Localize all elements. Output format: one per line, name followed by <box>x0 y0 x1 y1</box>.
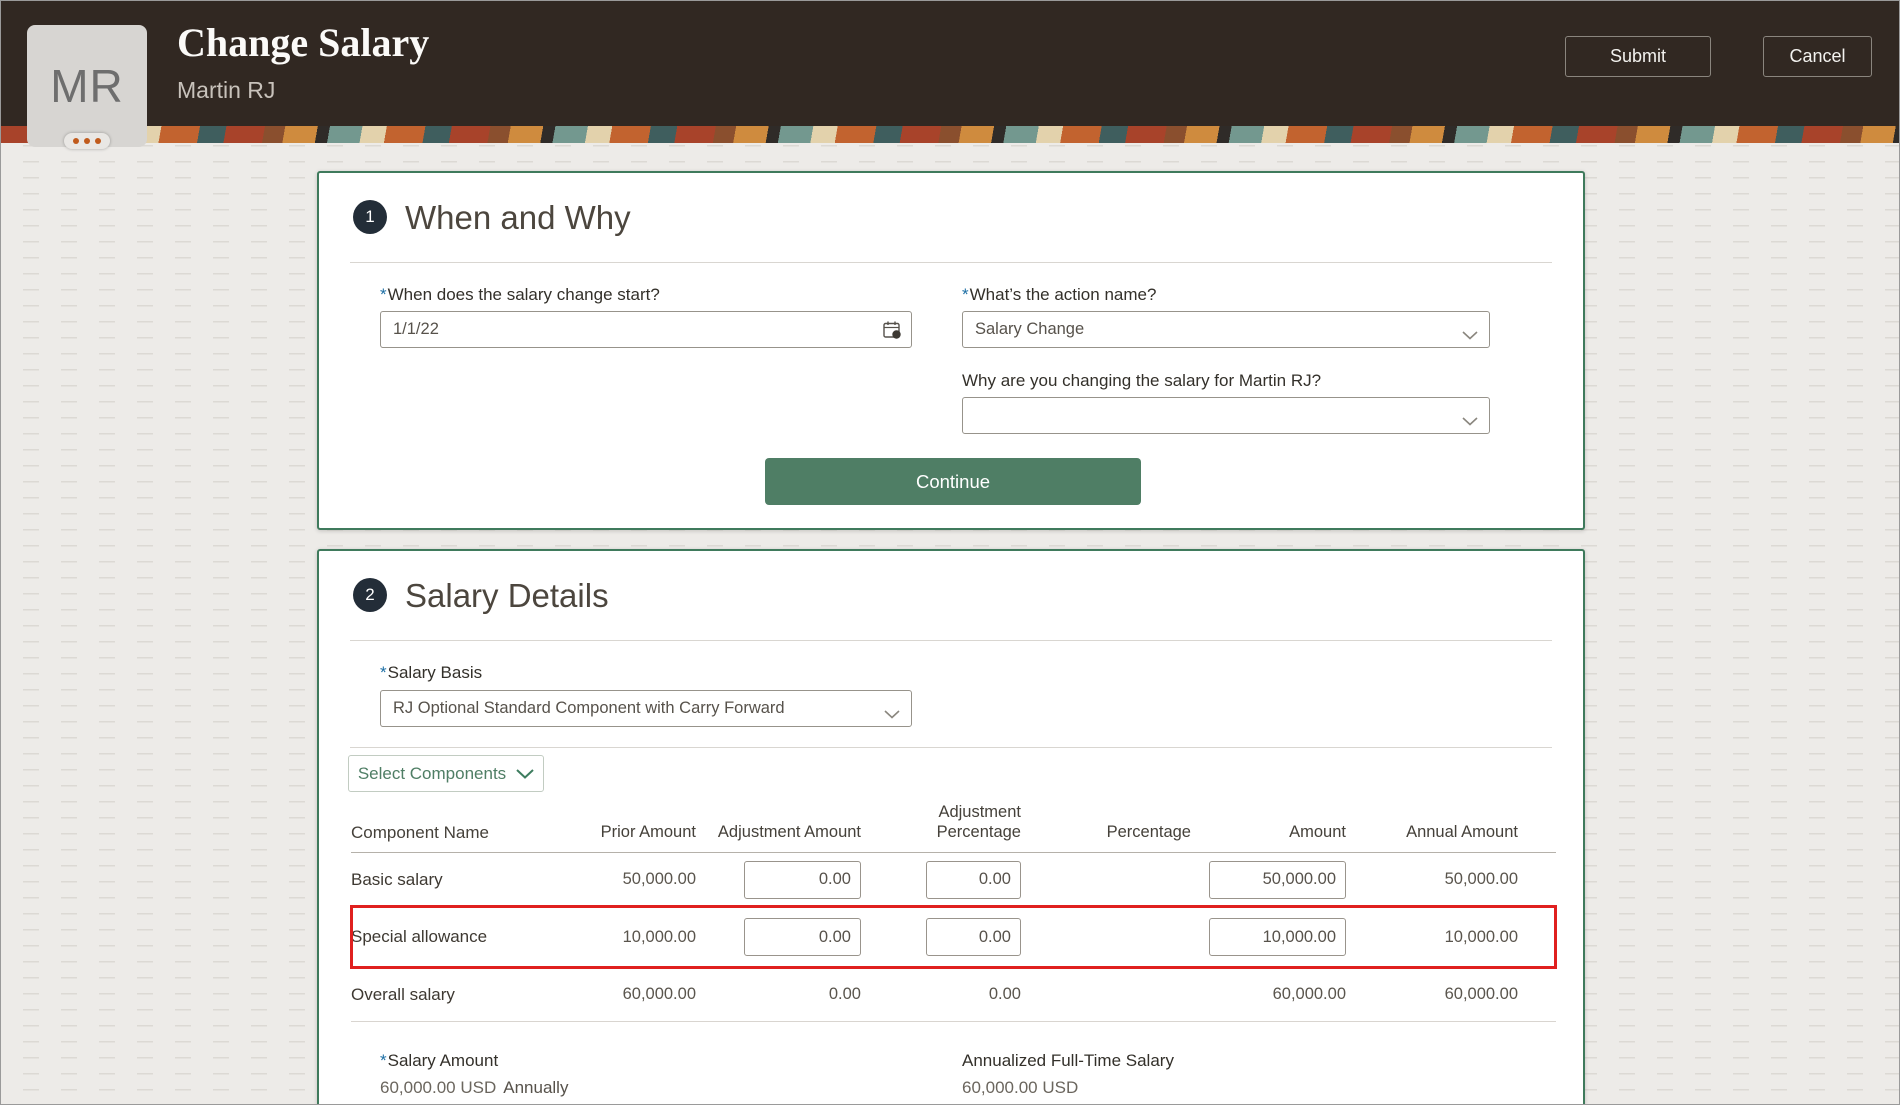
annualized-salary-value: 60,000.00 USD <box>962 1078 1079 1097</box>
annualized-salary-label: Annualized Full-Time Salary <box>962 1051 1174 1070</box>
adjustment-amount-input-special-allowance[interactable] <box>744 918 861 956</box>
chevron-down-icon <box>516 768 534 779</box>
step-1-badge: 1 <box>353 200 387 234</box>
start-date-input[interactable] <box>381 312 911 347</box>
when-and-why-title: When and Why <box>405 199 631 236</box>
page-title: Change Salary <box>177 20 430 65</box>
adjustment-percentage-input-basic-salary[interactable] <box>926 860 1021 899</box>
component-name: Overall salary <box>351 984 455 1004</box>
action-name-value: Salary Change <box>975 320 1085 338</box>
reason-label: Why are you changing the salary for Mart… <box>962 371 1322 390</box>
annual-amount: 60,000.00 <box>1444 985 1518 1003</box>
table-header-row: Component Name Prior Amount Adjustment A… <box>351 803 1556 853</box>
table-row-overall-salary: Overall salary 60,000.00 0.00 0.00 60,00… <box>351 968 1556 1022</box>
col-header-component-name: Component Name <box>351 822 489 842</box>
calendar-icon[interactable] <box>881 319 903 346</box>
divider <box>350 262 1552 263</box>
action-name-select[interactable]: Salary Change <box>962 311 1490 348</box>
prior-amount: 10,000.00 <box>622 927 696 946</box>
salary-details-title: Salary Details <box>405 577 609 614</box>
salary-amount-value: 60,000.00 USD Annually <box>380 1078 569 1097</box>
components-table: Component Name Prior Amount Adjustment A… <box>350 803 1557 1022</box>
col-header-amount: Amount <box>1289 823 1346 842</box>
avatar: MR <box>27 25 147 149</box>
col-header-adjustment-percentage: Adjustment Percentage <box>936 803 1021 842</box>
chevron-down-icon <box>1462 326 1478 345</box>
avatar-initials: MR <box>50 60 124 112</box>
change-salary-page: MR Change Salary Martin RJ Submit Cancel… <box>0 0 1900 1105</box>
step-2-badge: 2 <box>353 578 387 612</box>
table-row-special-allowance-highlighted: Special allowance 10,000.00 10,000.00 <box>350 905 1557 969</box>
header-titles: Change Salary Martin RJ <box>177 19 429 104</box>
col-header-percentage: Percentage <box>1106 823 1191 842</box>
adjustment-amount: 0.00 <box>828 985 861 1003</box>
salary-details-section: 2 Salary Details *Salary Basis RJ Option… <box>317 549 1585 1104</box>
adjustment-percentage: 0.00 <box>988 985 1021 1003</box>
col-header-adjustment-amount: Adjustment Amount <box>717 823 861 842</box>
col-header-prior-amount: Prior Amount <box>600 823 696 842</box>
required-asterisk: * <box>962 285 969 304</box>
start-date-field <box>380 311 912 348</box>
table-row-basic-salary: Basic salary 50,000.00 50,000.00 <box>351 853 1556 906</box>
col-header-annual-amount: Annual Amount <box>1406 823 1518 842</box>
salary-basis-value: RJ Optional Standard Component with Carr… <box>393 699 785 717</box>
divider <box>350 747 1552 748</box>
cancel-button[interactable]: Cancel <box>1763 36 1872 77</box>
header-actions: Submit Cancel <box>1565 36 1872 77</box>
required-asterisk: * <box>380 285 387 304</box>
divider <box>350 640 1552 641</box>
salary-amount-label: *Salary Amount <box>380 1051 499 1070</box>
salary-basis-select[interactable]: RJ Optional Standard Component with Carr… <box>380 690 912 727</box>
amount-input-basic-salary[interactable] <box>1209 860 1346 899</box>
decorative-banner <box>1 126 1899 143</box>
annual-amount: 50,000.00 <box>1444 870 1518 888</box>
prior-amount: 60,000.00 <box>622 985 696 1003</box>
avatar-actions-menu[interactable] <box>64 133 110 149</box>
chevron-down-icon <box>1462 412 1478 431</box>
prior-amount: 50,000.00 <box>622 870 696 888</box>
adjustment-percentage-input-special-allowance[interactable] <box>926 918 1021 956</box>
chevron-down-icon <box>884 705 900 724</box>
annual-amount: 10,000.00 <box>1444 927 1518 946</box>
person-name: Martin RJ <box>177 77 276 103</box>
component-name: Basic salary <box>351 869 443 889</box>
reason-select[interactable] <box>962 397 1490 434</box>
ellipsis-icon <box>73 138 79 144</box>
amount-input-special-allowance[interactable] <box>1209 918 1346 956</box>
required-asterisk: * <box>380 663 387 682</box>
ellipsis-icon <box>84 138 90 144</box>
select-components-button[interactable]: Select Components <box>348 755 544 792</box>
start-date-label: *When does the salary change start? <box>380 285 660 304</box>
amount: 60,000.00 <box>1272 985 1346 1003</box>
salary-frequency: Annually <box>503 1078 569 1097</box>
adjustment-amount-input-basic-salary[interactable] <box>744 860 861 899</box>
ellipsis-icon <box>95 138 101 144</box>
when-and-why-section: 1 When and Why *When does the salary cha… <box>317 171 1585 530</box>
component-name: Special allowance <box>351 927 488 946</box>
salary-basis-label: *Salary Basis <box>380 663 483 682</box>
submit-button[interactable]: Submit <box>1565 36 1711 77</box>
continue-button[interactable]: Continue <box>765 458 1141 505</box>
required-asterisk: * <box>380 1051 387 1070</box>
action-name-label: *What’s the action name? <box>962 285 1157 304</box>
